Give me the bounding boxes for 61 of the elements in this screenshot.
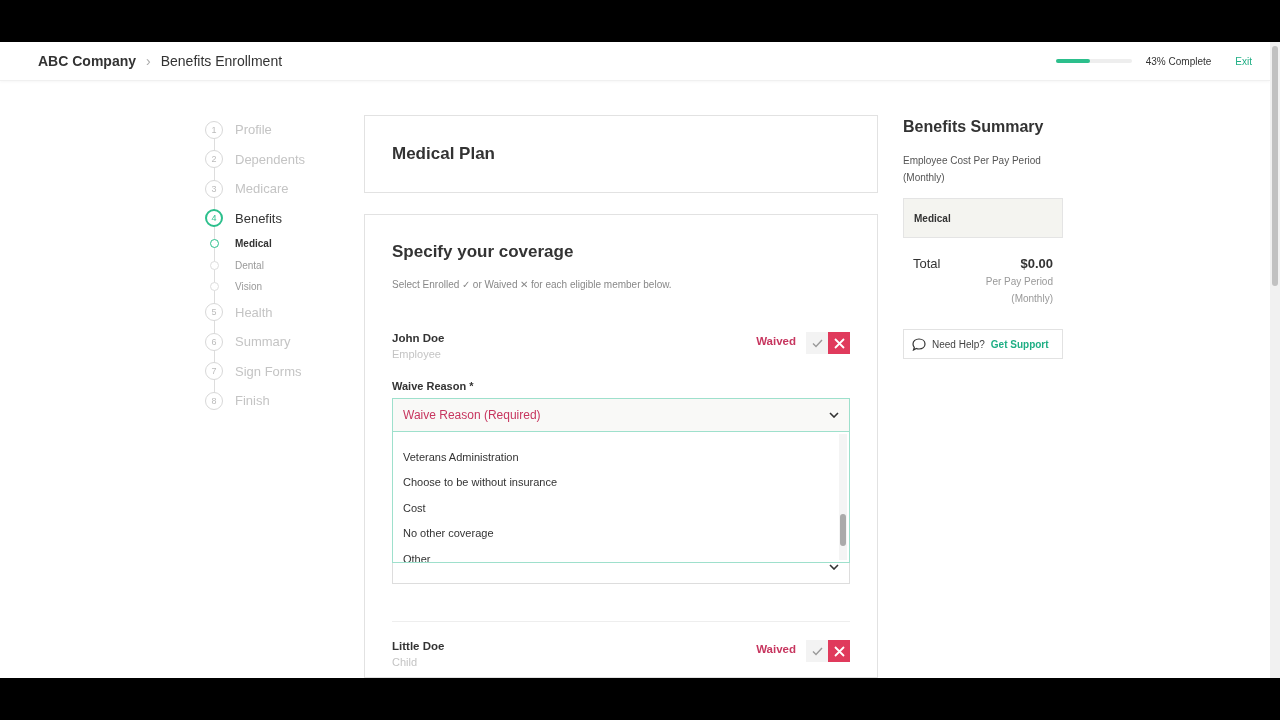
check-icon (811, 338, 823, 348)
status-label: Waived (756, 643, 796, 655)
breadcrumb-separator: › (146, 53, 151, 69)
step-number: 2 (205, 150, 223, 169)
help-text: Need Help? (932, 338, 985, 350)
member-role: Employee (392, 348, 442, 360)
total-amount: $0.00 (1019, 256, 1053, 271)
step-number: 6 (205, 332, 223, 351)
scrollbar[interactable] (1270, 42, 1280, 678)
enroll-button[interactable] (806, 332, 828, 354)
step-label[interactable]: Finish (235, 393, 270, 409)
total-label: Total (913, 256, 941, 273)
check-icon (811, 646, 823, 656)
progress-label: 43% Complete (1145, 55, 1212, 67)
card-title: Medical Plan (392, 144, 495, 164)
exit-link[interactable]: Exit (1235, 55, 1252, 67)
step-label[interactable]: Profile (235, 122, 272, 138)
dropdown-option[interactable]: Other (393, 546, 839, 562)
dropdown-option[interactable]: Choose to be without insurance (393, 469, 839, 495)
dropdown-option[interactable]: Cost (393, 495, 839, 521)
step-number: 8 (205, 391, 223, 410)
step-number: 5 (205, 303, 223, 322)
dropdown-option[interactable]: No other coverage (393, 520, 839, 546)
dropdown-option[interactable]: Veterans Administration (393, 444, 839, 470)
waive-button[interactable] (828, 332, 850, 354)
waive-button[interactable] (828, 640, 850, 662)
step-number: 7 (205, 362, 223, 381)
member-role: Child (392, 656, 419, 668)
field-label: Waive Reason * (392, 380, 475, 392)
scrollbar[interactable] (839, 434, 847, 560)
substep-label[interactable]: Medical (235, 238, 272, 250)
page-title: Benefits Enrollment (160, 53, 283, 69)
summary-subtitle: Employee Cost Per Pay Period (Monthly) (903, 154, 1042, 185)
step-label[interactable]: Dependents (235, 151, 306, 167)
step-number: 1 (205, 120, 223, 139)
chevron-down-icon (829, 412, 839, 418)
instructions-text: Select Enrolled ✓ or Waived ✕ for each eligible member below. (392, 279, 673, 290)
step-number: 3 (205, 179, 223, 198)
status-label: Waived (756, 335, 796, 347)
close-icon (833, 337, 845, 349)
enroll-button[interactable] (806, 640, 828, 662)
step-label[interactable]: Summary (235, 334, 291, 350)
step-number: 4 (205, 209, 223, 228)
summary-title: Benefits Summary (903, 118, 1045, 136)
step-label[interactable]: Sign Forms (235, 363, 302, 379)
step-label[interactable]: Health (235, 304, 273, 320)
company-name[interactable]: ABC Company (38, 53, 136, 69)
waive-reason-select[interactable]: Waive Reason (Required) (392, 398, 850, 432)
step-label[interactable]: Benefits (235, 210, 282, 226)
period-text: Per Pay Period (Monthly) (984, 275, 1053, 306)
substep-label[interactable]: Dental (235, 259, 264, 271)
substep-label[interactable]: Vision (235, 281, 263, 293)
chevron-down-icon (829, 564, 839, 570)
close-icon (833, 645, 845, 657)
support-link[interactable]: Get Support (990, 338, 1049, 350)
plan-row: Medical (903, 198, 1063, 238)
member-name: Little Doe (392, 640, 445, 652)
section-title: Specify your coverage (392, 242, 575, 262)
step-label[interactable]: Medicare (235, 181, 289, 197)
chat-bubble-icon (912, 337, 926, 351)
member-name: John Doe (392, 332, 445, 344)
